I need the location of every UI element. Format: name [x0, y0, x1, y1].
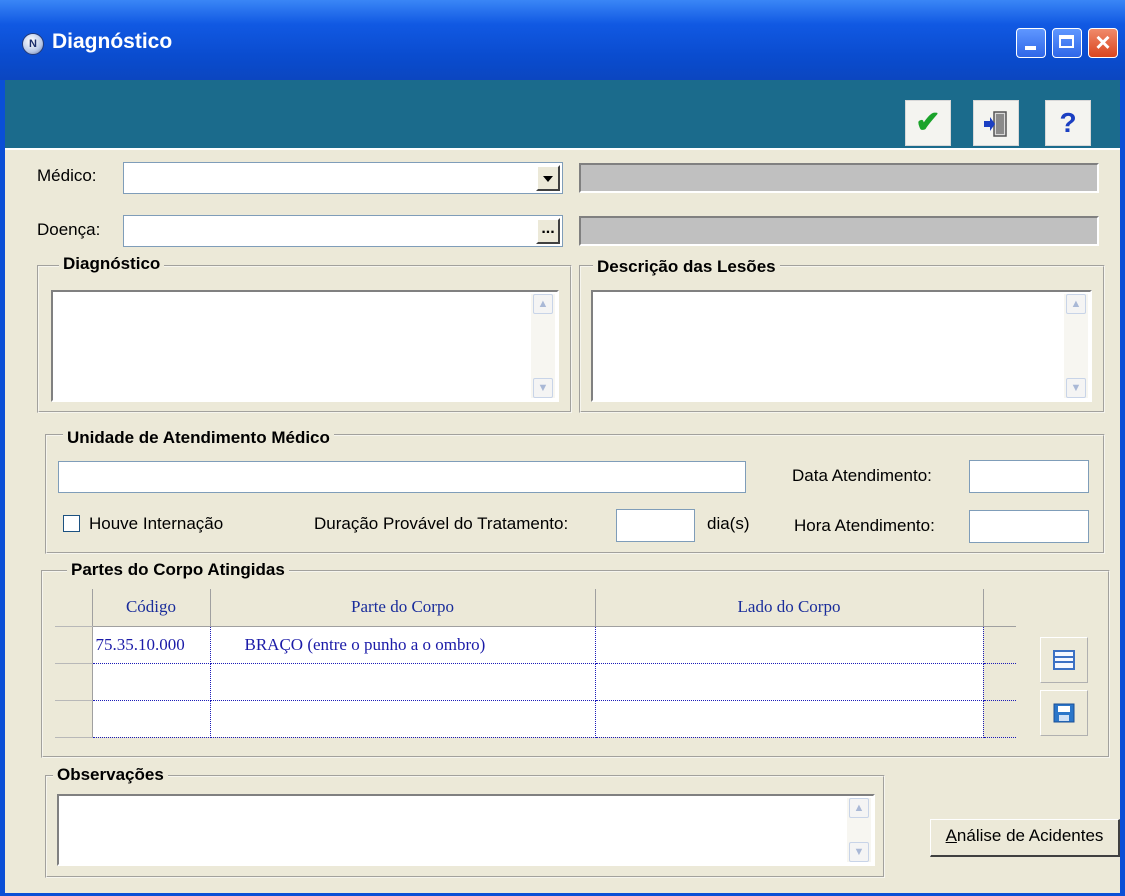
confirm-button[interactable]: ✔ [905, 100, 951, 146]
table-row[interactable] [55, 700, 1016, 738]
checkmark-icon: ✔ [915, 106, 941, 139]
table-row[interactable]: 75.35.10.000 BRAÇO (entre o punho a o om… [55, 626, 1016, 664]
unidade-title: Unidade de Atendimento Médico [63, 428, 334, 448]
scroll-up-icon[interactable]: ▲ [849, 798, 869, 818]
cell-parte[interactable] [210, 700, 596, 738]
scroll-up-icon[interactable]: ▲ [533, 294, 553, 314]
data-atendimento-label: Data Atendimento: [792, 466, 932, 485]
window: N Diagnóstico × ✔ ? Médico: Doença: ... … [0, 0, 1125, 896]
diagnostico-scrollbar[interactable]: ▲ ▼ [531, 294, 555, 398]
doenca-lookup-button[interactable]: ... [536, 218, 560, 244]
cell-lado[interactable] [595, 626, 984, 664]
row-indicator[interactable] [55, 626, 93, 664]
chevron-down-icon [543, 176, 553, 182]
scroll-down-icon[interactable]: ▼ [533, 378, 553, 398]
doenca-input[interactable]: ... [123, 215, 563, 247]
exit-button[interactable] [973, 100, 1019, 146]
diagnostico-title: Diagnóstico [59, 254, 165, 274]
partes-title: Partes do Corpo Atingidas [67, 560, 289, 580]
exit-door-icon [984, 111, 1007, 137]
medico-label: Médico: [37, 166, 97, 185]
save-button[interactable] [1040, 690, 1088, 736]
save-icon [1053, 703, 1075, 723]
app-icon: N [22, 33, 44, 55]
observacoes-textarea[interactable]: ▲ ▼ [57, 794, 875, 866]
doenca-description [579, 216, 1099, 246]
unidade-group [45, 434, 1105, 554]
list-button[interactable] [1040, 637, 1088, 683]
window-title: Diagnóstico [52, 30, 173, 53]
scroll-up-icon[interactable]: ▲ [1066, 294, 1086, 314]
close-icon: × [1095, 27, 1111, 57]
descricao-lesoes-textarea[interactable]: ▲ ▼ [591, 290, 1092, 402]
col-header-lado[interactable]: Lado do Corpo [595, 589, 984, 627]
cell-parte[interactable] [210, 663, 596, 701]
observacoes-scrollbar[interactable]: ▲ ▼ [847, 798, 871, 862]
partes-grid[interactable]: Código Parte do Corpo Lado do Corpo 75.3… [55, 589, 1016, 738]
hora-atendimento-input[interactable] [969, 510, 1089, 543]
cell-codigo[interactable]: 75.35.10.000 [92, 626, 211, 664]
diagnostico-textarea[interactable]: ▲ ▼ [51, 290, 559, 402]
internacao-checkbox[interactable] [63, 515, 80, 532]
medico-dropdown-button[interactable] [536, 165, 560, 191]
title-bar[interactable]: N Diagnóstico × [0, 0, 1125, 80]
help-icon: ? [1059, 107, 1077, 138]
dias-label: dia(s) [707, 514, 750, 533]
row-filler [983, 626, 1016, 664]
unidade-input[interactable] [58, 461, 746, 493]
cell-parte[interactable]: BRAÇO (entre o punho a o ombro) [210, 626, 596, 664]
scroll-down-icon[interactable]: ▼ [849, 842, 869, 862]
duracao-label: Duração Provável do Tratamento: [314, 514, 569, 533]
medico-select[interactable] [123, 162, 563, 194]
toolbar: ✔ ? [5, 80, 1120, 148]
close-button[interactable]: × [1088, 27, 1118, 58]
row-indicator[interactable] [55, 663, 93, 701]
observacoes-title: Observações [53, 765, 168, 785]
col-header-codigo[interactable]: Código [92, 589, 211, 627]
help-button[interactable]: ? [1045, 100, 1091, 146]
data-atendimento-input[interactable] [969, 460, 1089, 493]
row-indicator[interactable] [55, 700, 93, 738]
grid-corner [55, 589, 93, 627]
descricao-lesoes-title: Descrição das Lesões [593, 257, 780, 277]
descricao-scrollbar[interactable]: ▲ ▼ [1064, 294, 1088, 398]
cell-lado[interactable] [595, 700, 984, 738]
analise-acidentes-label: Análise de Acidentes [945, 826, 1104, 845]
maximize-button[interactable] [1052, 28, 1082, 58]
doenca-label: Doença: [37, 220, 101, 239]
medico-description [579, 163, 1099, 193]
col-header-parte[interactable]: Parte do Corpo [210, 589, 596, 627]
cell-lado[interactable] [595, 663, 984, 701]
cell-codigo[interactable] [92, 700, 211, 738]
internacao-label: Houve Internação [89, 514, 224, 533]
analise-acidentes-button[interactable]: Análise de Acidentes [930, 819, 1120, 857]
hora-atendimento-label: Hora Atendimento: [794, 516, 935, 535]
grid-filler [983, 589, 1016, 627]
duracao-input[interactable] [616, 509, 695, 542]
list-icon [1053, 650, 1075, 670]
minimize-button[interactable] [1016, 28, 1046, 58]
scroll-down-icon[interactable]: ▼ [1066, 378, 1086, 398]
row-filler [983, 700, 1016, 738]
table-row[interactable] [55, 663, 1016, 701]
row-filler [983, 663, 1016, 701]
grid-header-row: Código Parte do Corpo Lado do Corpo [55, 589, 1016, 627]
cell-codigo[interactable] [92, 663, 211, 701]
